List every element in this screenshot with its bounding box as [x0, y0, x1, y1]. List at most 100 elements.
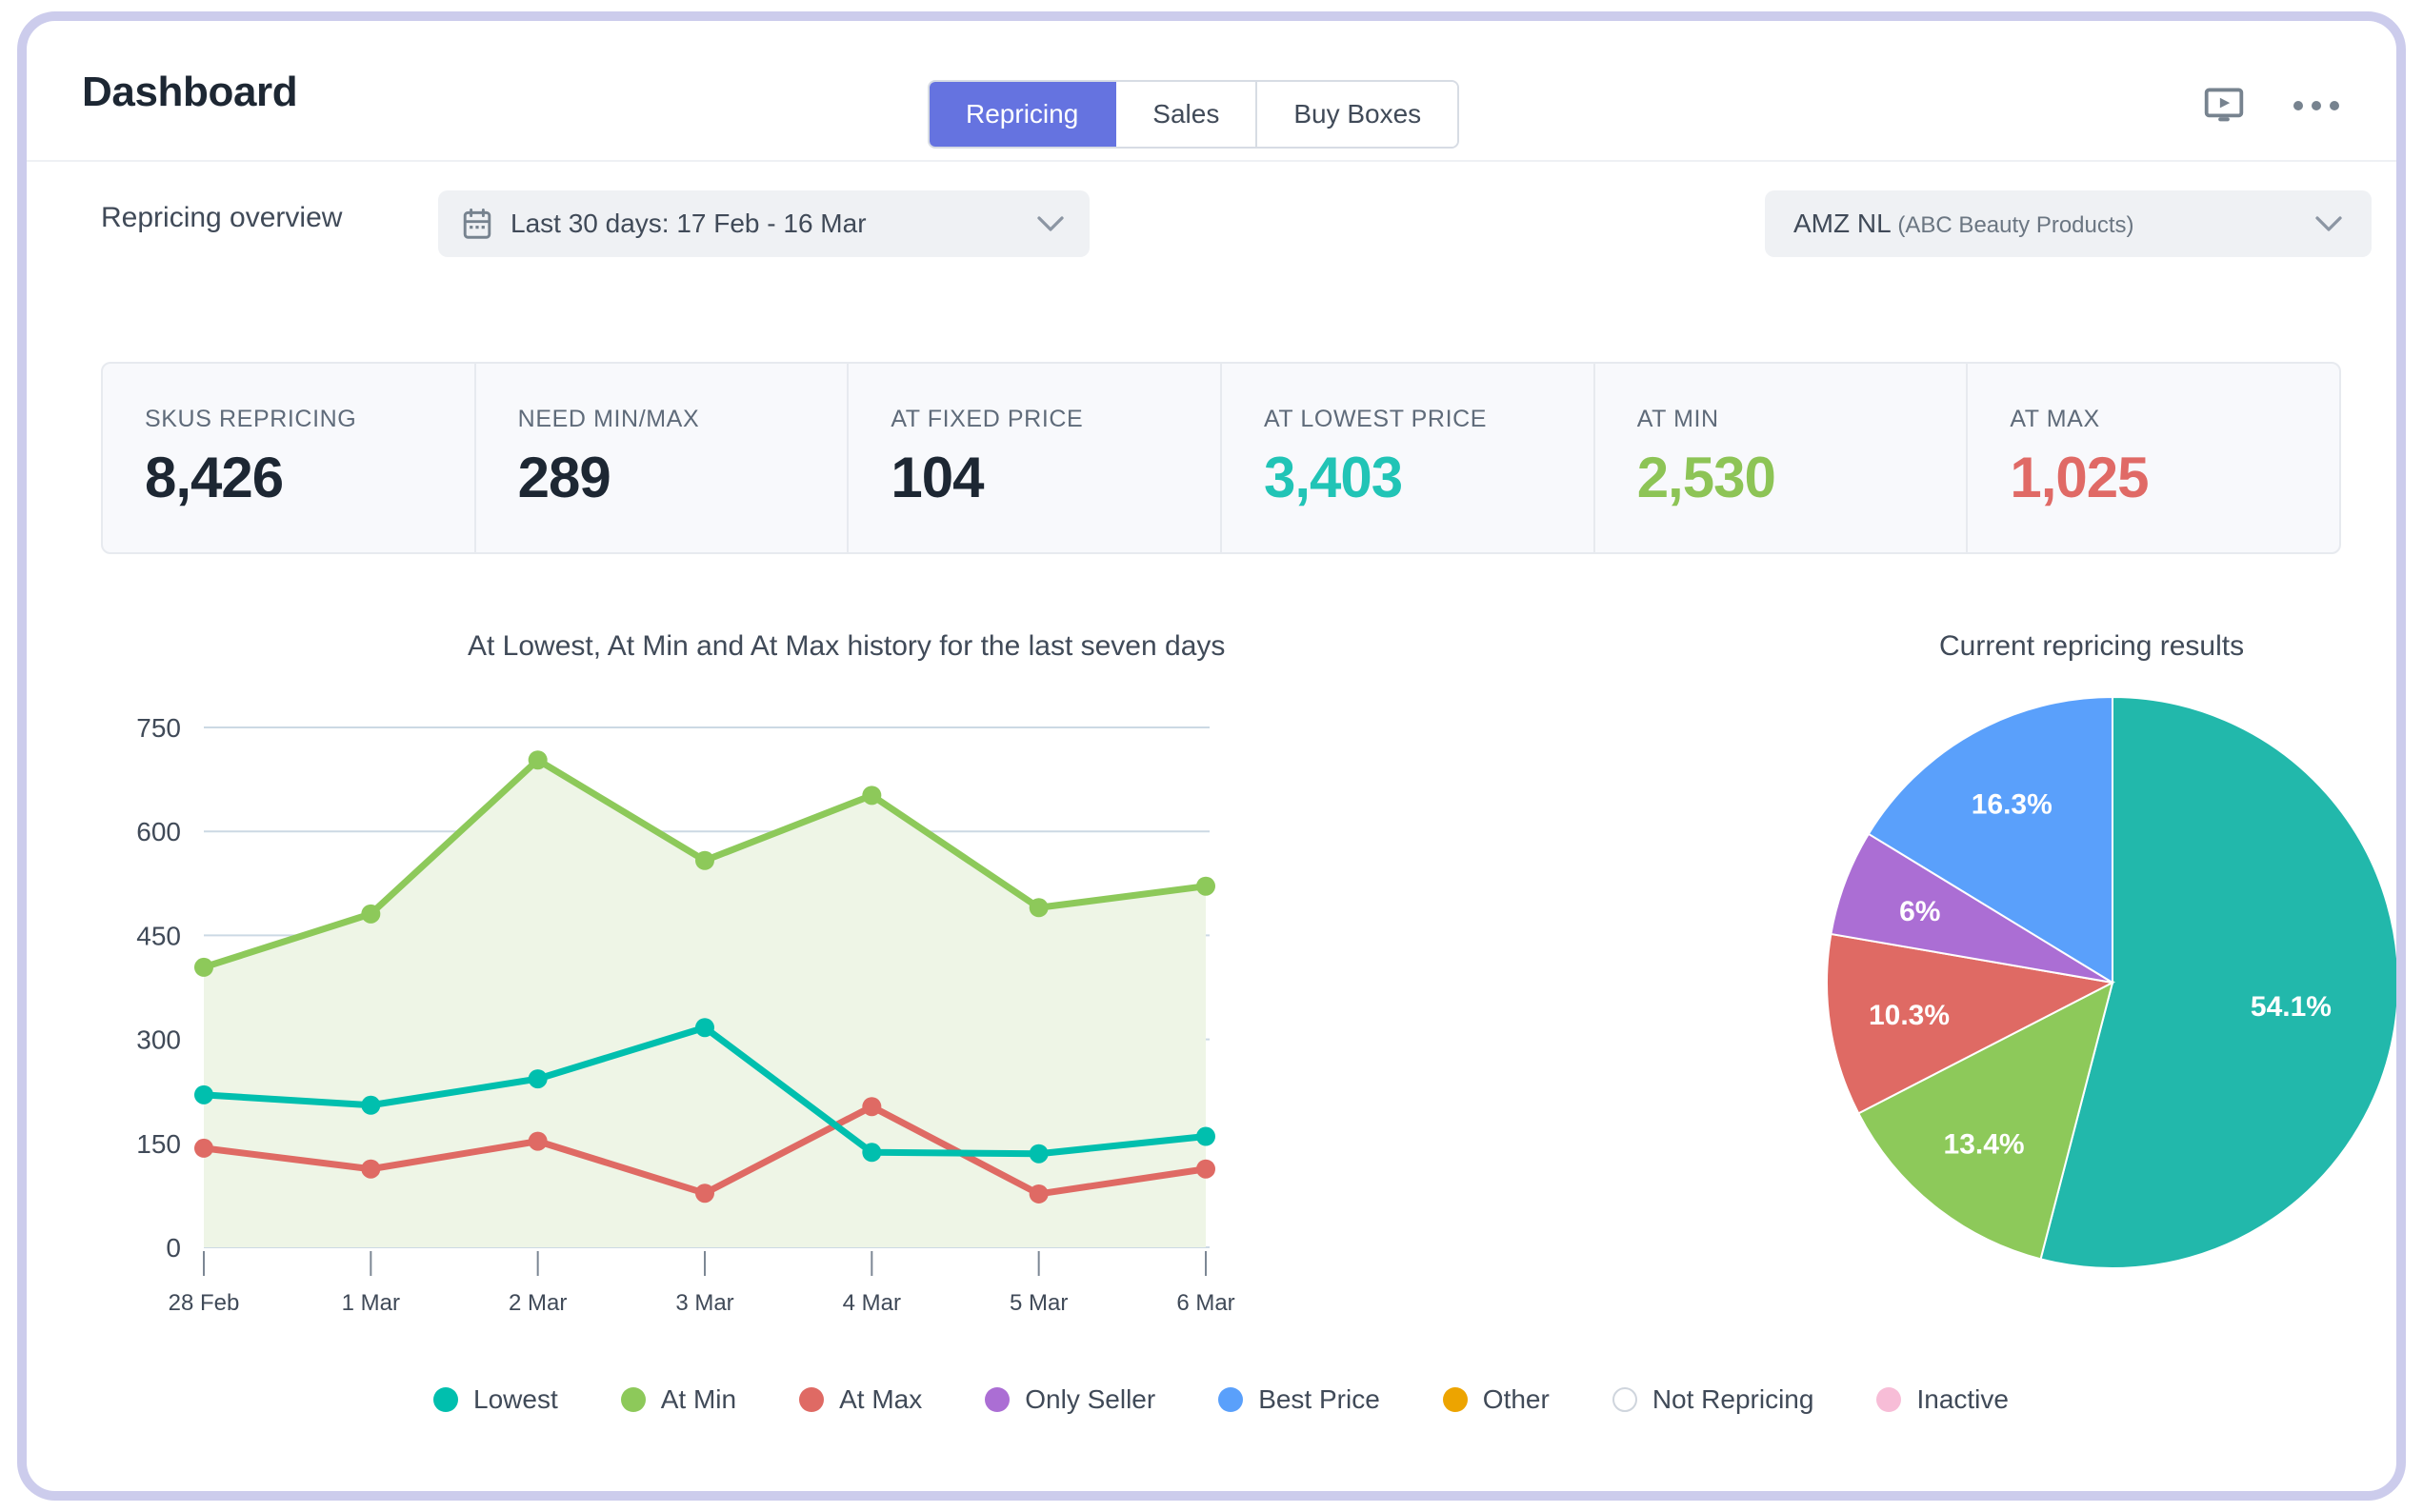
y-axis-tick: 0	[166, 1233, 181, 1263]
filter-bar: Repricing overview Last 30 days: 17 Feb …	[27, 162, 2396, 449]
data-point[interactable]	[1196, 1159, 1215, 1179]
account-selector[interactable]: AMZ NL (ABC Beauty Products)	[1765, 190, 2372, 257]
data-point[interactable]	[361, 1095, 381, 1115]
legend-item-inactive[interactable]: Inactive	[1876, 1384, 2009, 1415]
dot	[2293, 101, 2303, 110]
data-point[interactable]	[862, 1097, 882, 1117]
tab-sales-label: Sales	[1152, 99, 1220, 129]
data-point[interactable]	[194, 957, 213, 977]
chart-legend: Lowest At Min At Max Only Seller Best Price O…	[27, 1384, 2396, 1415]
x-axis-tick: 6 Mar	[1176, 1290, 1234, 1316]
y-axis-tick: 750	[136, 713, 181, 743]
kpi-card-need-min-max[interactable]: NEED MIN/MAX 289	[476, 364, 850, 552]
account-name: AMZ NL	[1793, 209, 1898, 238]
more-options-icon[interactable]	[2293, 101, 2339, 110]
kpi-card-at-max[interactable]: AT MAX 1,025	[1968, 364, 2339, 552]
kpi-label: NEED MIN/MAX	[517, 406, 700, 432]
legend-item-at-min[interactable]: At Min	[620, 1384, 737, 1415]
pie-slice-label: 13.4%	[1944, 1129, 2025, 1161]
pie-chart-title: Current repricing results	[1939, 630, 2245, 662]
line-chart: 0 150 300 450 600 750 28 Feb 1 Mar 2 Mar 3 Mar 4 M…	[101, 687, 1806, 1316]
data-point[interactable]	[695, 1018, 714, 1038]
legend-item-not-repricing[interactable]: Not Repricing	[1612, 1384, 1813, 1415]
x-axis-tick: 4 Mar	[843, 1290, 901, 1316]
x-axis-tick: 5 Mar	[1010, 1290, 1068, 1316]
data-point[interactable]	[695, 1184, 714, 1204]
y-axis-tick: 600	[136, 817, 181, 846]
kpi-value: 1,025	[2010, 446, 2149, 509]
data-point[interactable]	[1196, 1126, 1215, 1146]
data-point[interactable]	[194, 1138, 213, 1158]
legend-color-swatch	[1876, 1387, 1902, 1412]
legend-item-best-price[interactable]: Best Price	[1218, 1384, 1380, 1415]
data-point[interactable]	[695, 850, 714, 870]
tab-buy-boxes[interactable]: Buy Boxes	[1257, 82, 1458, 147]
data-point[interactable]	[1029, 898, 1049, 918]
dot	[2330, 101, 2339, 110]
legend-color-swatch	[1612, 1387, 1637, 1412]
legend-color-swatch	[620, 1387, 646, 1412]
pie-slice-label: 10.3%	[1869, 1000, 1950, 1031]
tab-repricing-label: Repricing	[966, 99, 1079, 129]
legend-item-at-max[interactable]: At Max	[799, 1384, 922, 1415]
date-range-value: Last 30 days: 17 Feb - 16 Mar	[511, 209, 867, 238]
legend-label: At Min	[660, 1384, 737, 1414]
data-point[interactable]	[1196, 876, 1215, 896]
data-point[interactable]	[862, 786, 882, 806]
dot	[2312, 101, 2321, 110]
kpi-value: 2,530	[1636, 446, 1776, 509]
data-point[interactable]	[1029, 1184, 1049, 1204]
tab-sales[interactable]: Sales	[1116, 82, 1258, 147]
legend-color-swatch	[1218, 1387, 1244, 1412]
y-axis-tick: 300	[136, 1025, 181, 1055]
pie-chart: 54.1% 13.4% 10.3% 6% 16.3%	[1817, 687, 2396, 1278]
screen-play-icon[interactable]	[2204, 88, 2244, 124]
legend-label: At Max	[839, 1384, 923, 1414]
legend-item-lowest[interactable]: Lowest	[433, 1384, 558, 1415]
calendar-icon	[463, 209, 491, 239]
x-axis-tick: 2 Mar	[509, 1290, 567, 1316]
chevron-down-icon	[2314, 215, 2343, 232]
app-header: Dashboard Repricing Sales Buy Boxes	[27, 21, 2396, 162]
kpi-value: 3,403	[1264, 446, 1403, 509]
line-chart-svg: 0 150 300 450 600 750 28 Feb 1 Mar 2 Mar 3 Mar 4 M…	[136, 713, 1234, 1316]
tab-repricing[interactable]: Repricing	[930, 82, 1117, 147]
kpi-value: 8,426	[145, 446, 284, 509]
data-point[interactable]	[361, 1159, 381, 1179]
chevron-down-icon	[1036, 215, 1065, 232]
legend-color-swatch	[799, 1387, 825, 1412]
section-label: Repricing overview	[101, 202, 343, 233]
header-actions	[2204, 88, 2339, 124]
pie-slice-label: 16.3%	[1972, 789, 2053, 821]
legend-color-swatch	[1442, 1387, 1468, 1412]
kpi-label: AT LOWEST PRICE	[1264, 406, 1488, 432]
kpi-card-at-fixed-price[interactable]: AT FIXED PRICE 104	[849, 364, 1223, 552]
kpi-card-row: SKUS REPRICING 8,426 NEED MIN/MAX 289 AT…	[101, 362, 2341, 554]
data-point[interactable]	[361, 904, 381, 924]
kpi-label: AT MIN	[1636, 406, 1719, 432]
data-point[interactable]	[528, 1069, 548, 1089]
date-range-selector[interactable]: Last 30 days: 17 Feb - 16 Mar	[438, 190, 1090, 257]
app-window: Dashboard Repricing Sales Buy Boxes Repr…	[17, 11, 2406, 1501]
data-point[interactable]	[194, 1084, 213, 1104]
legend-item-other[interactable]: Other	[1442, 1384, 1550, 1415]
kpi-label: SKUS REPRICING	[145, 406, 357, 432]
data-point[interactable]	[1029, 1144, 1049, 1164]
legend-item-only-seller[interactable]: Only Seller	[985, 1384, 1155, 1415]
x-axis-tick: 28 Feb	[169, 1290, 240, 1316]
legend-label: Lowest	[473, 1384, 558, 1414]
legend-color-swatch	[985, 1387, 1011, 1412]
kpi-card-skus-repricing[interactable]: SKUS REPRICING 8,426	[103, 364, 476, 552]
legend-label: Best Price	[1258, 1384, 1380, 1414]
kpi-label: AT FIXED PRICE	[891, 406, 1084, 432]
kpi-card-at-lowest-price[interactable]: AT LOWEST PRICE 3,403	[1222, 364, 1595, 552]
y-axis-tick: 450	[136, 921, 181, 950]
data-point[interactable]	[528, 750, 548, 770]
kpi-card-at-min[interactable]: AT MIN 2,530	[1595, 364, 1969, 552]
pie-slice-label: 54.1%	[2251, 991, 2332, 1023]
data-point[interactable]	[528, 1131, 548, 1151]
kpi-label: AT MAX	[2010, 406, 2100, 432]
pie-slice-label: 6%	[1899, 896, 1940, 927]
data-point[interactable]	[862, 1143, 882, 1163]
line-chart-title: At Lowest, At Min and At Max history for…	[468, 630, 1226, 662]
